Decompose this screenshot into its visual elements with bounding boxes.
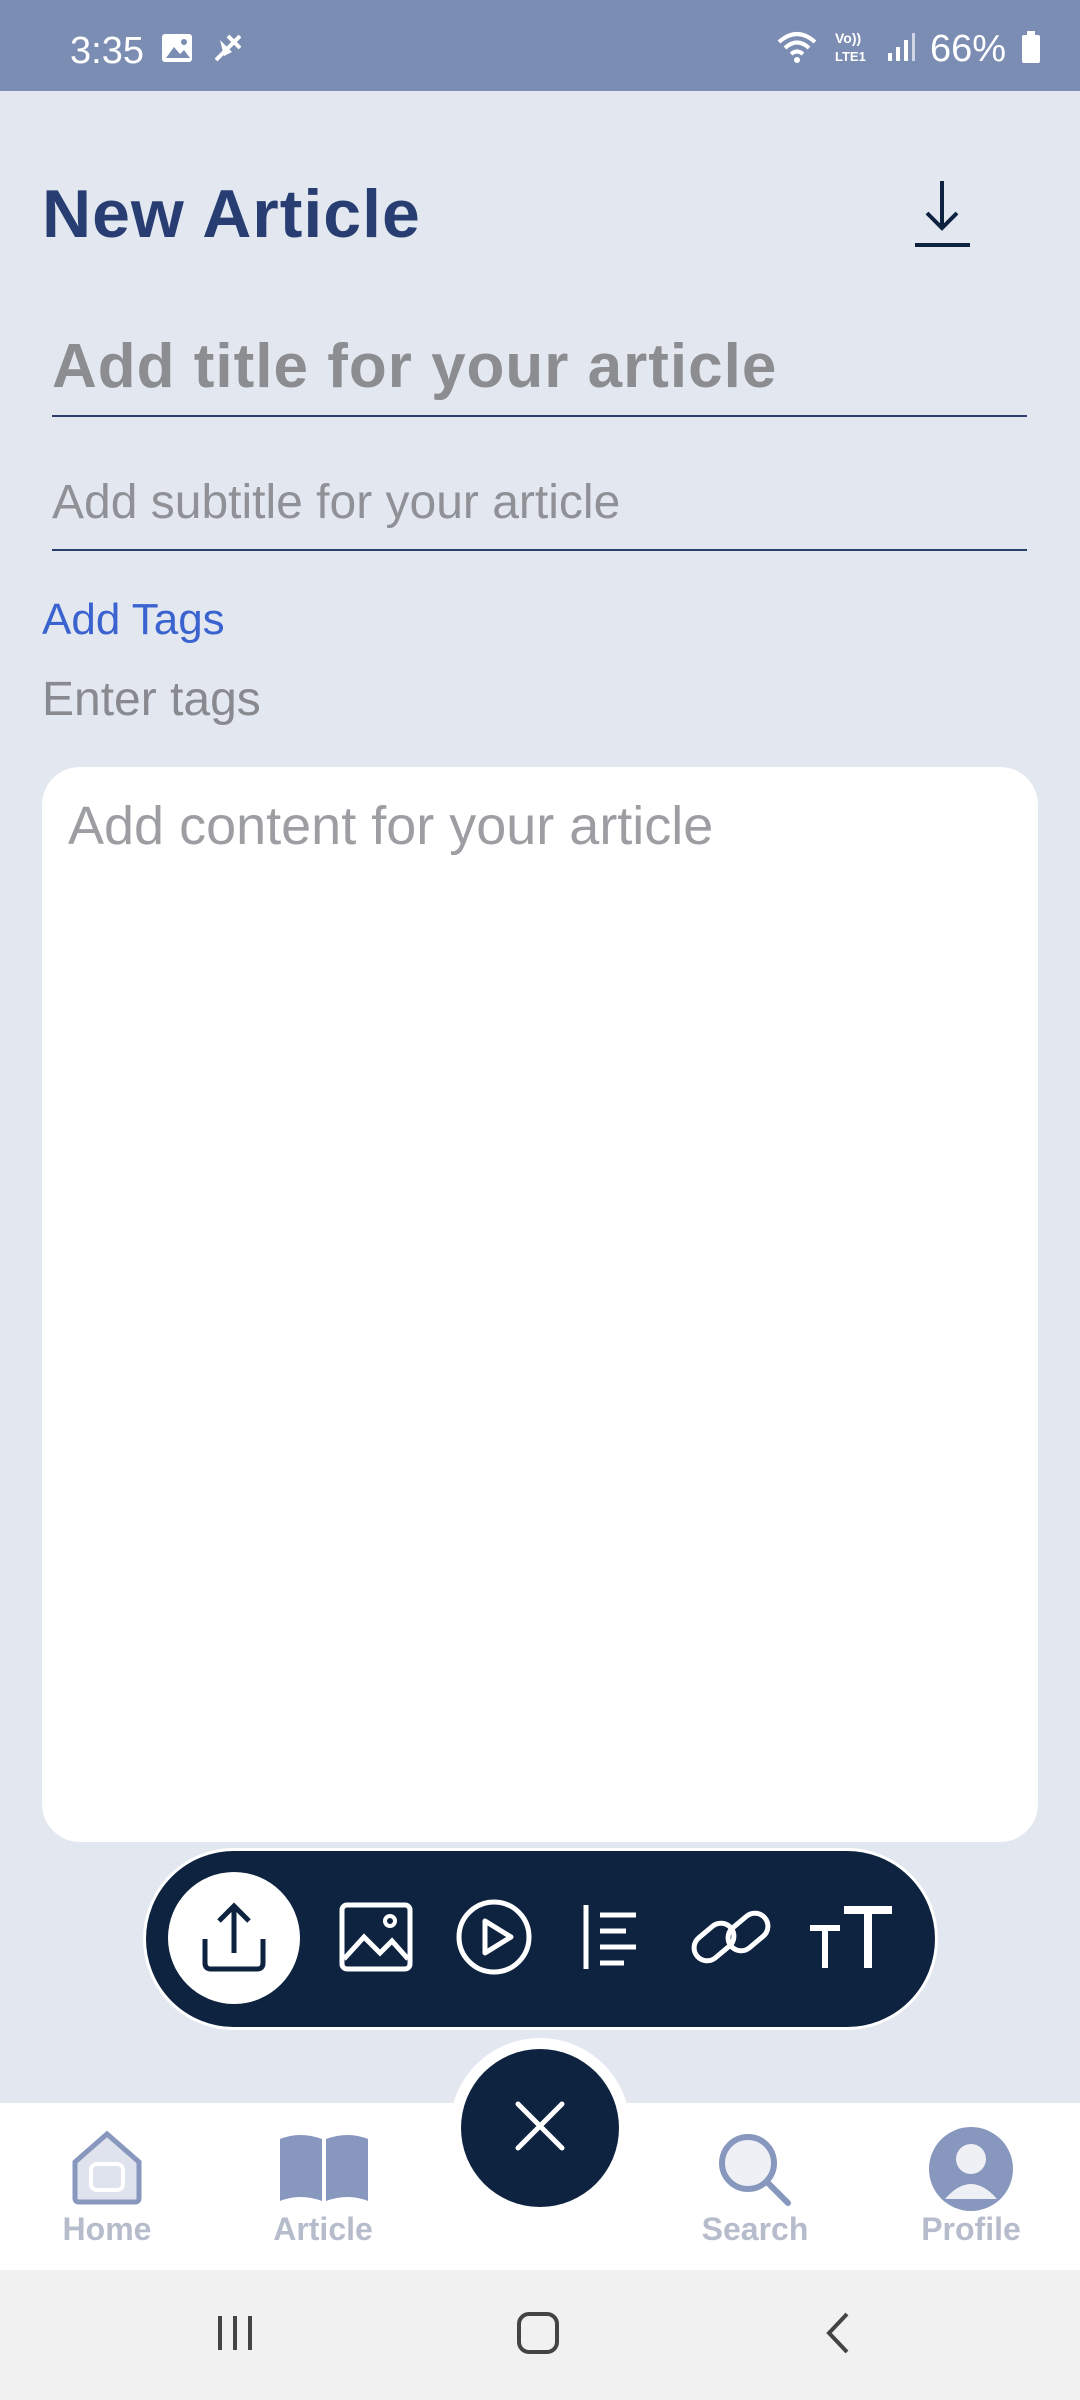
nav-label-article: Article [273,2211,373,2247]
volte-icon: Vo)) LTE1 [832,28,872,71]
article-title-input[interactable]: Add title for your article [52,325,1027,417]
upload-button[interactable] [168,1872,300,2004]
article-subtitle-input[interactable]: Add subtitle for your article [52,475,1027,551]
text-size-button[interactable] [796,1851,906,2027]
video-icon [454,1897,534,1982]
page-title: New Article [42,176,421,252]
nav-label-profile: Profile [921,2211,1021,2247]
content-placeholder: Add content for your article [68,796,714,856]
system-navigation-bar [0,2270,1080,2400]
home-icon [67,2128,147,2211]
battery-percentage: 66% [929,28,1006,70]
close-icon [512,2098,568,2159]
link-icon [686,1899,776,1980]
upload-icon [189,1891,279,1986]
svg-text:LTE1: LTE1 [835,49,866,64]
nav-item-article[interactable]: Article [238,2103,408,2270]
nav-item-home[interactable]: Home [22,2103,192,2270]
gallery-icon [160,32,194,69]
insert-image-button[interactable] [326,1851,426,2027]
insert-video-button[interactable] [444,1851,544,2027]
download-button[interactable] [905,175,980,255]
tags-input[interactable]: Enter tags [42,672,261,727]
recent-apps-button[interactable] [200,2300,270,2370]
article-content-input[interactable]: Add content for your article [42,767,1038,1842]
formatting-toolbar [143,1848,938,2030]
battery-icon [1020,30,1042,69]
wifi-icon [776,30,818,69]
image-icon [338,1901,414,1978]
home-system-icon [513,2308,563,2363]
back-icon [815,2308,865,2363]
close-fab-button[interactable] [461,2049,619,2207]
text-size-icon [806,1902,896,1977]
book-icon [276,2131,372,2206]
status-time: 3:35 [70,30,144,72]
muted-icon [210,30,248,71]
nav-item-profile[interactable]: Profile [886,2103,1056,2270]
insert-link-button[interactable] [676,1851,786,2027]
recent-apps-icon [210,2308,260,2363]
list-button[interactable] [561,1851,661,2027]
status-bar: 3:35 Vo)) LTE1 66% [0,0,1080,91]
signal-icon [886,31,916,68]
search-icon [714,2129,796,2216]
nav-label-home: Home [62,2211,152,2247]
home-system-button[interactable] [503,2300,573,2370]
list-icon [578,1901,644,1978]
svg-text:Vo)): Vo)) [835,30,861,46]
add-tags-link[interactable]: Add Tags [42,595,225,645]
download-icon [905,181,980,259]
nav-item-search[interactable]: Search [670,2103,840,2270]
profile-icon [927,2125,1015,2218]
back-button[interactable] [805,2300,875,2370]
nav-label-search: Search [701,2211,809,2247]
